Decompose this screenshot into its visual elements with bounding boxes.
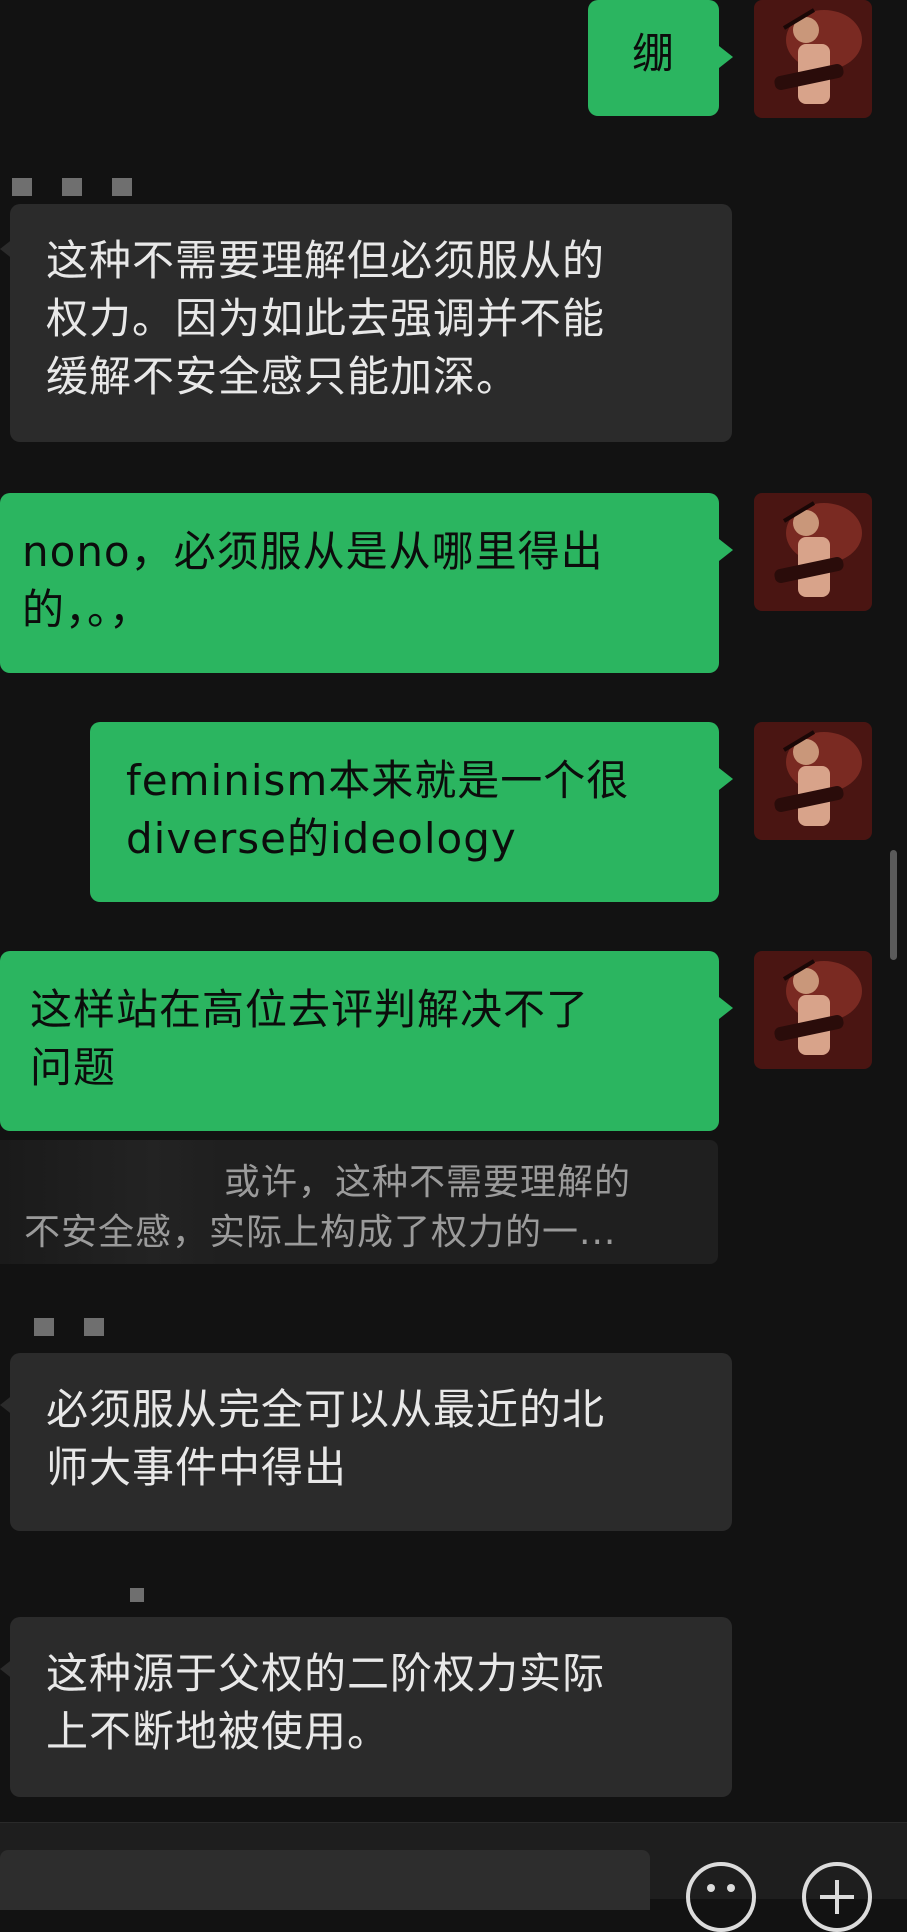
plus-icon[interactable] [802, 1862, 872, 1932]
user-avatar[interactable] [754, 493, 872, 611]
quote-line-1: 或许，这种不需要理解的 [224, 1162, 632, 1203]
emoji-icon-glyph [707, 1884, 735, 1892]
guitarist-avatar-image [754, 951, 872, 1069]
guitarist-avatar-image [754, 722, 872, 840]
emoji-icon[interactable] [686, 1862, 756, 1932]
chat-history: 绷 这种不需要理解但必须服从的 权力。因为如此去强调并不能 缓解不安全感只能加深… [0, 0, 907, 1820]
guitarist-avatar-image [754, 0, 872, 118]
message-incoming[interactable]: 这种不需要理解但必须服从的 权力。因为如此去强调并不能 缓解不安全感只能加深。 [10, 204, 732, 442]
redacted-sender-name [12, 178, 132, 196]
quote-line-2: 不安全感，实际上构成了权力的一... [24, 1212, 617, 1253]
message-incoming[interactable]: 这种源于父权的二阶权力实际 上不断地被使用。 [10, 1617, 732, 1797]
quoted-message[interactable]: 或许，这种不需要理解的 不安全感，实际上构成了权力的一... [0, 1140, 718, 1264]
message-outgoing[interactable]: feminism本来就是一个很 diverse的ideology [90, 722, 719, 902]
message-outgoing[interactable]: 绷 [588, 0, 719, 116]
bubble-tail [719, 539, 733, 561]
user-avatar[interactable] [754, 0, 872, 118]
message-input[interactable] [0, 1850, 650, 1910]
plus-icon-glyph [820, 1880, 854, 1914]
user-avatar[interactable] [754, 722, 872, 840]
message-outgoing[interactable]: 这样站在高位去评判解决不了 问题 [0, 951, 719, 1131]
message-incoming[interactable]: 必须服从完全可以从最近的北 师大事件中得出 [10, 1353, 732, 1531]
scrollbar[interactable] [890, 850, 897, 960]
bubble-tail [719, 997, 733, 1019]
message-outgoing[interactable]: nono，必须服从是从哪里得出 的，。， [0, 493, 719, 673]
redacted-sender-name [130, 1588, 144, 1606]
user-avatar[interactable] [754, 951, 872, 1069]
bubble-tail [719, 46, 733, 68]
bubble-tail [719, 768, 733, 790]
guitarist-avatar-image [754, 493, 872, 611]
redacted-sender-name [34, 1318, 104, 1336]
